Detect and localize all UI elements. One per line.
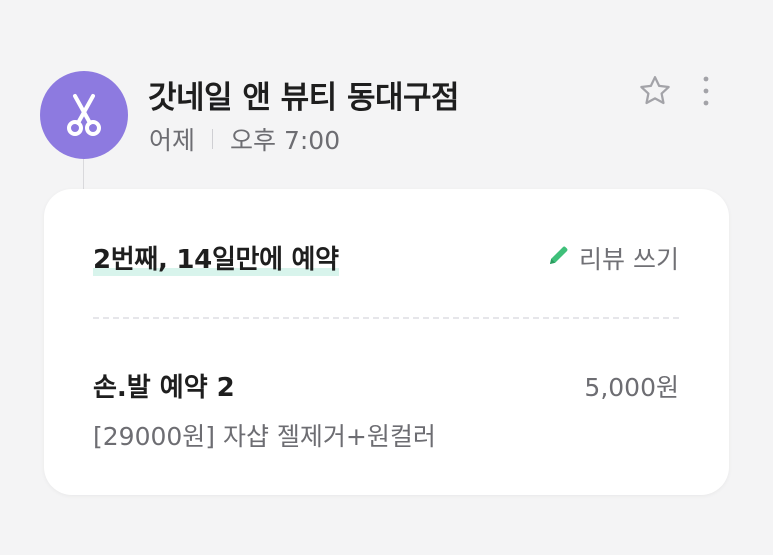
reservation-time: 오후 7:00 bbox=[230, 126, 341, 155]
dashed-divider bbox=[93, 317, 679, 319]
reservation-datetime: 어제 오후 7:00 bbox=[149, 121, 340, 157]
store-name[interactable]: 갓네일 앤 뷰티 동대구점 bbox=[148, 72, 460, 117]
store-avatar bbox=[40, 71, 128, 159]
reservation-date: 어제 bbox=[149, 126, 196, 155]
reservation-card[interactable]: 2번째, 14일만에 예약 리뷰 쓰기 손.발 예약 2 5,000원 [290… bbox=[44, 189, 729, 495]
favorite-button[interactable] bbox=[635, 73, 675, 113]
service-price: 5,000원 bbox=[584, 373, 679, 402]
write-review-label: 리뷰 쓰기 bbox=[579, 245, 679, 274]
write-review-button[interactable]: 리뷰 쓰기 bbox=[547, 240, 679, 276]
service-option: [29000원] 자샵 젤제거+원컬러 bbox=[93, 422, 436, 451]
meta-separator bbox=[212, 129, 214, 149]
visit-count-text: 2번째, 14일만에 예약 bbox=[93, 245, 339, 275]
service-name: 손.발 예약 2 bbox=[93, 373, 235, 403]
star-outline-icon bbox=[637, 73, 673, 113]
visit-count-info: 2번째, 14일만에 예약 bbox=[93, 239, 339, 276]
more-vertical-icon bbox=[702, 74, 710, 112]
more-options-button[interactable] bbox=[690, 73, 722, 113]
scissors-icon bbox=[64, 93, 104, 137]
pencil-icon bbox=[547, 243, 579, 273]
